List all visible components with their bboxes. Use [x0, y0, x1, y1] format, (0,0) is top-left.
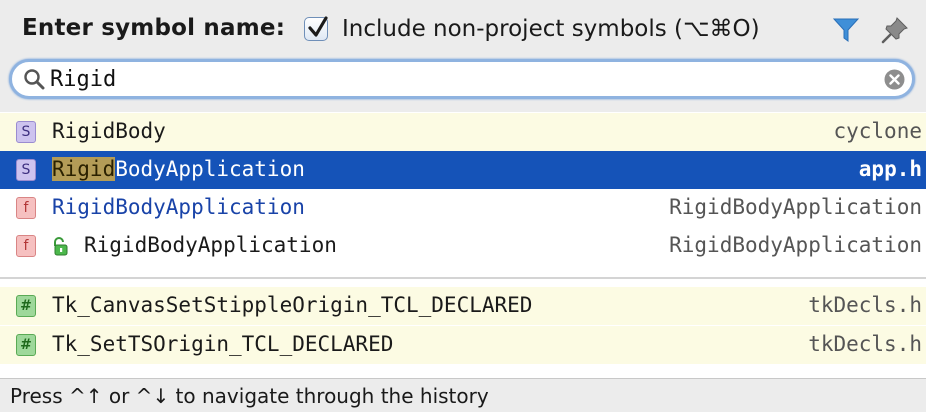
clear-search-icon[interactable] — [884, 69, 905, 90]
result-location: tkDecls.h — [808, 293, 922, 317]
result-location: cyclone — [833, 119, 922, 143]
status-bar: Press ^↑ or ^↓ to navigate through the h… — [0, 378, 926, 412]
result-row[interactable]: f RigidBodyApplication RigidBodyApplicat… — [0, 189, 926, 227]
search-input[interactable]: Rigid — [50, 67, 116, 92]
symbol-search-field[interactable]: Rigid — [9, 59, 915, 99]
macro-badge: # — [16, 334, 36, 356]
result-name: RigidBodyApplication — [52, 195, 305, 219]
navigation-hint: Press ^↑ or ^↓ to navigate through the h… — [10, 384, 489, 408]
include-non-project-label[interactable]: Include non-project symbols (⌥⌘O) — [342, 16, 760, 42]
checkmark-icon — [308, 16, 328, 37]
result-location: tkDecls.h — [808, 332, 922, 356]
lock-open-icon — [54, 237, 68, 256]
result-row[interactable]: f RigidBodyApplication RigidBodyApplicat… — [0, 227, 926, 265]
pin-icon[interactable] — [880, 15, 910, 45]
function-badge: f — [16, 197, 36, 219]
result-location: RigidBodyApplication — [669, 195, 922, 219]
search-icon — [24, 69, 45, 90]
result-name: RigidBodyApplication — [52, 157, 305, 181]
result-name: Tk_CanvasSetStippleOrigin_TCL_DECLARED — [52, 293, 533, 317]
match-highlight: Rigid — [52, 157, 116, 181]
result-name: Tk_SetTSOrigin_TCL_DECLARED — [52, 332, 394, 356]
dialog-header: Enter symbol name: Include non-project s… — [0, 0, 926, 58]
result-location: app.h — [858, 157, 922, 181]
result-row[interactable]: S RigidBody cyclone — [0, 113, 926, 151]
struct-badge: S — [16, 121, 36, 143]
dialog-title: Enter symbol name: — [22, 15, 286, 41]
result-location: RigidBodyApplication — [669, 233, 922, 257]
include-non-project-checkbox[interactable] — [304, 16, 328, 41]
result-row-selected[interactable]: S RigidBodyApplication app.h — [0, 151, 926, 189]
macro-badge: # — [16, 295, 36, 317]
filter-icon[interactable] — [832, 17, 860, 43]
result-row[interactable]: # Tk_CanvasSetStippleOrigin_TCL_DECLARED… — [0, 287, 926, 325]
function-badge: f — [16, 235, 36, 257]
section-divider — [0, 269, 926, 287]
result-name: RigidBodyApplication — [84, 233, 337, 257]
results-list: S RigidBody cyclone S RigidBodyApplicati… — [0, 112, 926, 378]
result-row[interactable]: # Tk_SetTSOrigin_TCL_DECLARED tkDecls.h — [0, 326, 926, 364]
result-name: RigidBody — [52, 119, 166, 143]
struct-badge: S — [16, 159, 36, 181]
